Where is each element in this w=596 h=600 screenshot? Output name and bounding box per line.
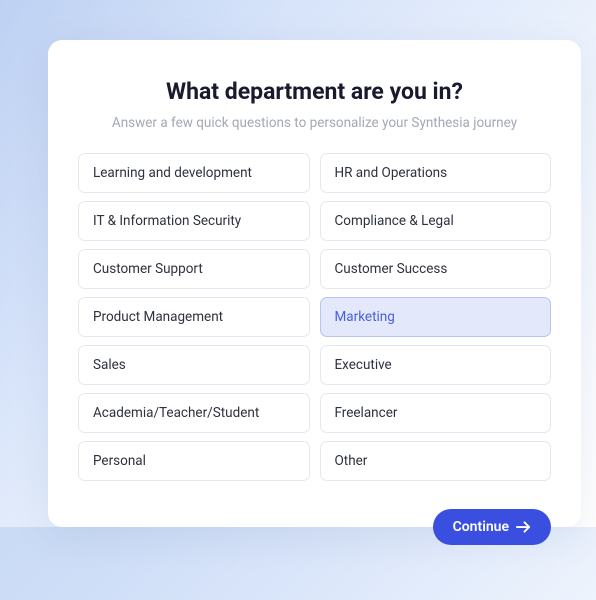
- option-it-information-security[interactable]: IT & Information Security: [78, 201, 310, 241]
- option-customer-support[interactable]: Customer Support: [78, 249, 310, 289]
- dialog-footer: Continue: [78, 509, 551, 545]
- dialog-title: What department are you in?: [78, 78, 551, 105]
- option-academia-teacher-student[interactable]: Academia/Teacher/Student: [78, 393, 310, 433]
- onboarding-dialog: What department are you in? Answer a few…: [48, 40, 581, 527]
- dialog-subtitle: Answer a few quick questions to personal…: [78, 115, 551, 131]
- option-customer-success[interactable]: Customer Success: [320, 249, 552, 289]
- option-marketing[interactable]: Marketing: [320, 297, 552, 337]
- option-sales[interactable]: Sales: [78, 345, 310, 385]
- option-product-management[interactable]: Product Management: [78, 297, 310, 337]
- department-options-grid: Learning and development HR and Operatio…: [78, 153, 551, 481]
- option-executive[interactable]: Executive: [320, 345, 552, 385]
- option-other[interactable]: Other: [320, 441, 552, 481]
- option-hr-and-operations[interactable]: HR and Operations: [320, 153, 552, 193]
- option-compliance-legal[interactable]: Compliance & Legal: [320, 201, 552, 241]
- continue-button-label: Continue: [453, 519, 509, 535]
- arrow-right-icon: [516, 520, 531, 534]
- continue-button[interactable]: Continue: [433, 509, 551, 545]
- option-freelancer[interactable]: Freelancer: [320, 393, 552, 433]
- option-personal[interactable]: Personal: [78, 441, 310, 481]
- option-learning-and-development[interactable]: Learning and development: [78, 153, 310, 193]
